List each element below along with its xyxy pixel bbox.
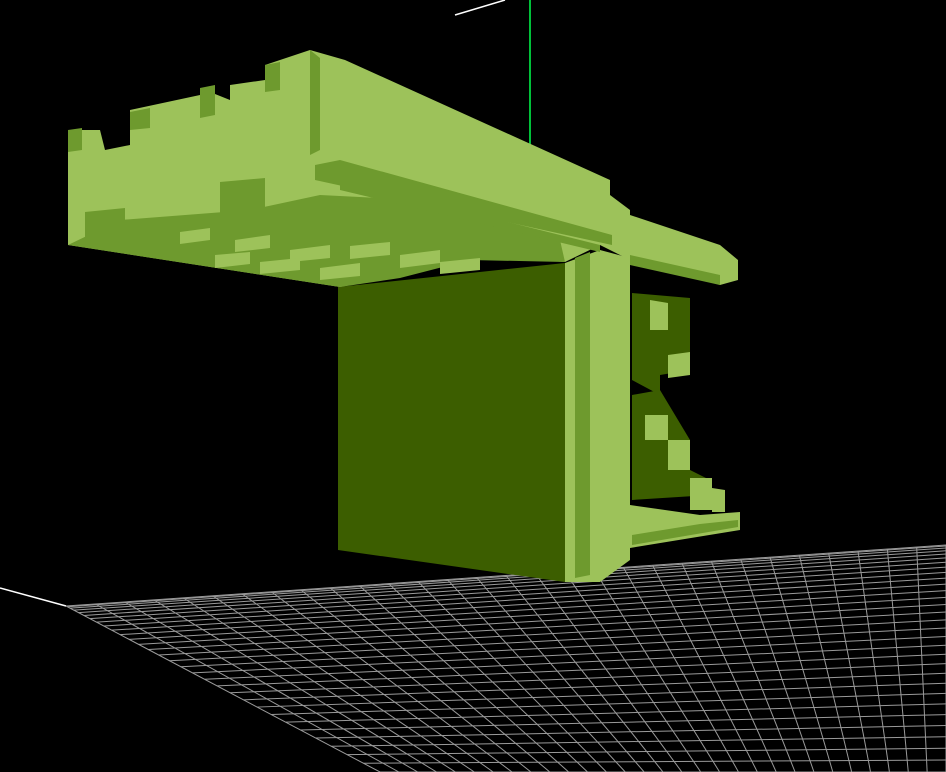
model-side-voxel bbox=[690, 478, 712, 510]
3d-scene-canvas[interactable] bbox=[0, 0, 946, 772]
3d-viewport[interactable] bbox=[0, 0, 946, 772]
grid-line bbox=[363, 759, 946, 764]
grid-line bbox=[230, 663, 946, 694]
grid-line bbox=[204, 644, 946, 680]
grid-line bbox=[285, 703, 946, 723]
model-battlement bbox=[220, 178, 265, 220]
model-front-face bbox=[338, 263, 565, 582]
x-axis-line bbox=[454, 0, 506, 16]
grid-line bbox=[828, 553, 872, 772]
floor-grid bbox=[65, 544, 946, 772]
model-battlement bbox=[85, 208, 125, 240]
grid-line bbox=[120, 583, 946, 636]
model-side-voxel bbox=[645, 415, 668, 440]
model-battlement bbox=[68, 128, 82, 152]
grid-line bbox=[916, 547, 928, 772]
model-battlement bbox=[310, 50, 320, 155]
grid-line bbox=[798, 555, 853, 772]
model-battlement bbox=[265, 62, 280, 92]
model-side-voxel bbox=[668, 440, 690, 470]
grid-line bbox=[192, 635, 946, 674]
model-battlement bbox=[200, 85, 215, 118]
grid-line bbox=[347, 747, 946, 756]
grid-line bbox=[886, 549, 909, 772]
grid-line bbox=[857, 551, 890, 772]
x-axis-line-far bbox=[0, 587, 67, 607]
voxel-model[interactable] bbox=[68, 50, 740, 582]
model-side-voxel bbox=[668, 352, 690, 378]
model-side-voxel bbox=[712, 488, 725, 512]
model-pillar-shadow bbox=[575, 252, 590, 578]
model-side-voxel bbox=[650, 300, 668, 330]
model-side-wall bbox=[600, 250, 630, 582]
